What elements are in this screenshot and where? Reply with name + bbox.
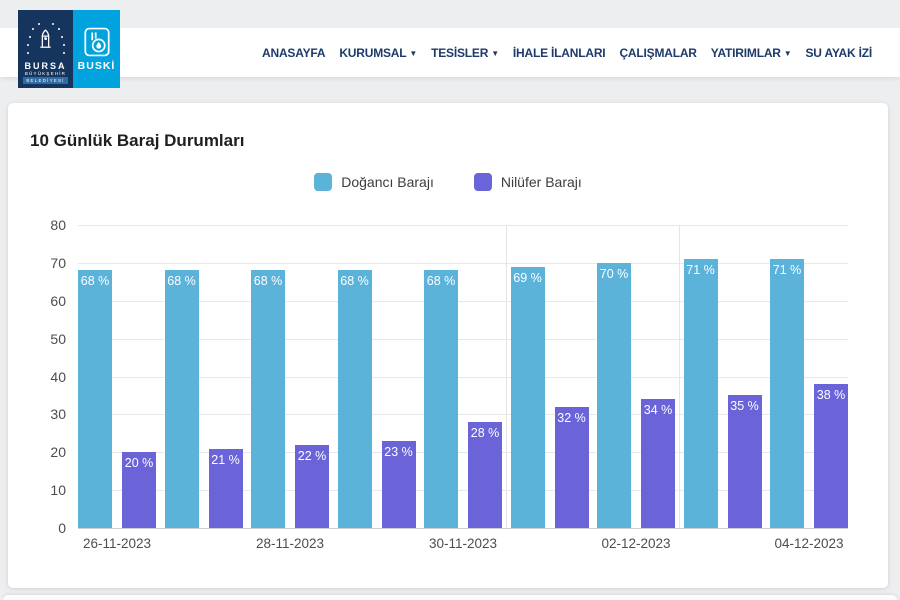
logo-text-buski: BUSKİ [78, 60, 116, 72]
bar-do-anc-baraj-: 68 % [424, 270, 458, 528]
bar-do-anc-baraj-: 71 % [684, 259, 718, 528]
bar-nil-fer-baraj-: 23 % [382, 441, 416, 528]
bar-value-label: 71 % [770, 263, 804, 277]
bar-value-label: 68 % [165, 274, 199, 288]
bar-group-4: 68 % 28 % [424, 225, 502, 528]
chevron-down-icon: ▼ [784, 49, 792, 58]
star-dots-icon [45, 38, 47, 40]
bar-value-label: 22 % [295, 449, 329, 463]
bar-group-1: 68 % 21 % [165, 225, 243, 528]
y-tick-label: 10 [50, 482, 66, 498]
x-tick-label: 26-11-2023 [83, 536, 151, 551]
bar-group-2: 68 % 22 % [251, 225, 329, 528]
water-drop-icon [84, 27, 110, 57]
bar-value-label: 21 % [209, 453, 243, 467]
y-tick-label: 0 [58, 520, 66, 536]
bar-do-anc-baraj-: 70 % [597, 263, 631, 528]
next-section-edge [3, 595, 897, 600]
bar-value-label: 70 % [597, 267, 631, 281]
bar-nil-fer-baraj-: 22 % [295, 445, 329, 528]
logo-text-belediyesi: BELEDİYESİ [23, 77, 67, 84]
buski-logo-square: BUSKİ [73, 10, 120, 88]
bar-nil-fer-baraj-: 38 % [814, 384, 848, 528]
bar-do-anc-baraj-: 68 % [78, 270, 112, 528]
y-tick-label: 60 [50, 293, 66, 309]
bar-value-label: 20 % [122, 456, 156, 470]
x-tick-label: 30-11-2023 [429, 536, 497, 551]
nav-item-yatirimlar[interactable]: YATIRIMLAR▼ [711, 46, 792, 60]
bar-value-label: 68 % [251, 274, 285, 288]
bursa-municipality-logo: BURSA BÜYÜKŞEHİR BELEDİYESİ [18, 10, 73, 88]
bar-nil-fer-baraj-: 20 % [122, 452, 156, 528]
bar-do-anc-baraj-: 71 % [770, 259, 804, 528]
bar-do-anc-baraj-: 69 % [511, 267, 545, 528]
x-axis-labels: 26-11-2023 28-11-2023 30-11-2023 02-12-2023… [78, 536, 848, 556]
bar-do-anc-baraj-: 68 % [338, 270, 372, 528]
x-tick-label: 28-11-2023 [256, 536, 324, 551]
nav-item-tesisler[interactable]: TESİSLER▼ [431, 46, 499, 60]
bar-group-5: 69 % 32 % [511, 225, 589, 528]
bar-value-label: 32 % [555, 411, 589, 425]
bar-value-label: 35 % [728, 399, 762, 413]
bar-value-label: 68 % [424, 274, 458, 288]
main-nav: ANASAYFA KURUMSAL▼ TESİSLER▼ İHALE İLANLARI… [262, 28, 872, 77]
bar-value-label: 68 % [338, 274, 372, 288]
bar-group-3: 68 % 23 % [338, 225, 416, 528]
bar-value-label: 34 % [641, 403, 675, 417]
legend-item-1[interactable]: Nilüfer Barajı [474, 173, 582, 191]
bar-groups: 68 % 20 % 68 % 21 % 68 % 22 % 68 % 23 % 68 % 28 %… [78, 225, 848, 528]
legend-item-0[interactable]: Doğancı Barajı [314, 173, 434, 191]
bar-value-label: 69 % [511, 271, 545, 285]
bar-nil-fer-baraj-: 35 % [728, 395, 762, 528]
legend-label: Doğancı Barajı [341, 174, 434, 190]
bar-nil-fer-baraj-: 32 % [555, 407, 589, 528]
bar-group-6: 70 % 34 % [597, 225, 675, 528]
logo-text-bursa: BURSA [24, 61, 66, 71]
y-tick-label: 40 [50, 369, 66, 385]
bar-chart-plot-area: 68 % 20 % 68 % 21 % 68 % 22 % 68 % 23 % 68 % 28 %… [78, 225, 848, 528]
legend-swatch-icon [474, 173, 492, 191]
nav-item-su-ayak-izi[interactable]: SU AYAK İZİ [806, 46, 873, 60]
bar-nil-fer-baraj-: 28 % [468, 422, 502, 528]
nav-item-anasayfa[interactable]: ANASAYFA [262, 46, 325, 60]
chevron-down-icon: ▼ [491, 49, 499, 58]
legend-swatch-icon [314, 173, 332, 191]
nav-item-kurumsal[interactable]: KURUMSAL▼ [339, 46, 417, 60]
page-title: 10 Günlük Baraj Durumları [30, 131, 244, 151]
bar-value-label: 23 % [382, 445, 416, 459]
x-tick-label: 02-12-2023 [601, 536, 670, 551]
bar-group-7: 71 % 35 % [684, 225, 762, 528]
dam-status-card: 10 Günlük Baraj Durumları Doğancı Barajı… [8, 103, 888, 588]
gridline-y-0 [78, 528, 848, 529]
chart-legend: Doğancı Barajı Nilüfer Barajı [8, 173, 888, 191]
minaret-icon [18, 18, 73, 58]
bar-value-label: 68 % [78, 274, 112, 288]
page: BURSA BÜYÜKŞEHİR BELEDİYESİ BUSKİ ANASAY… [0, 0, 900, 600]
legend-label: Nilüfer Barajı [501, 174, 582, 190]
bar-nil-fer-baraj-: 34 % [641, 399, 675, 528]
bar-group-8: 71 % 38 % [770, 225, 848, 528]
bar-value-label: 28 % [468, 426, 502, 440]
y-axis-labels: 01020304050607080 [16, 225, 74, 528]
bar-nil-fer-baraj-: 21 % [209, 449, 243, 529]
nav-item-ihale-ilanlari[interactable]: İHALE İLANLARI [513, 46, 606, 60]
bar-do-anc-baraj-: 68 % [165, 270, 199, 528]
chevron-down-icon: ▼ [409, 49, 417, 58]
buski-logo[interactable]: BURSA BÜYÜKŞEHİR BELEDİYESİ BUSKİ [18, 10, 120, 88]
y-tick-label: 50 [50, 331, 66, 347]
bar-group-0: 68 % 20 % [78, 225, 156, 528]
x-tick-label: 04-12-2023 [774, 536, 843, 551]
y-tick-label: 70 [50, 255, 66, 271]
nav-item-calismalar[interactable]: ÇALIŞMALAR [619, 46, 696, 60]
y-tick-label: 80 [50, 217, 66, 233]
bar-value-label: 71 % [684, 263, 718, 277]
y-tick-label: 30 [50, 406, 66, 422]
y-tick-label: 20 [50, 444, 66, 460]
bar-value-label: 38 % [814, 388, 848, 402]
bar-do-anc-baraj-: 68 % [251, 270, 285, 528]
